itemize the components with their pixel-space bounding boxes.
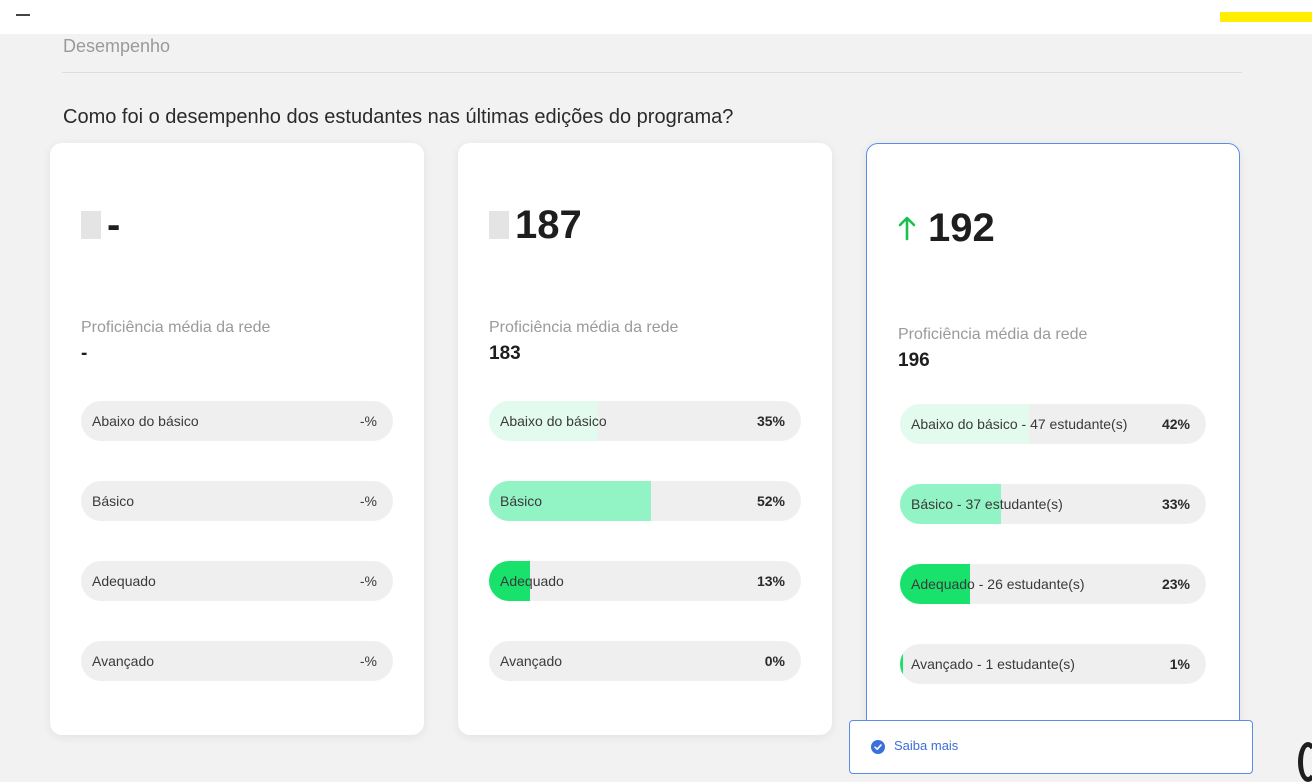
level-label: Adequado bbox=[500, 573, 564, 589]
saiba-mais-label: Saiba mais bbox=[894, 738, 959, 753]
level-label: Básico bbox=[500, 493, 543, 509]
level-percent: 42% bbox=[1161, 416, 1190, 432]
level-bar-abaixo: Abaixo do básico -% bbox=[81, 401, 393, 441]
level-bar-adequado: Adequado -% bbox=[81, 561, 393, 601]
level-bar-abaixo: Abaixo do básico 35% bbox=[489, 401, 801, 441]
edition-card-1[interactable]: - Proficiência média da rede - Abaixo do… bbox=[50, 143, 424, 735]
proficiency-value: - bbox=[81, 343, 88, 364]
headline-value: - bbox=[107, 203, 121, 247]
menu-corner-mark bbox=[16, 14, 30, 16]
level-percent: -% bbox=[359, 413, 377, 429]
section-title: Desempenho bbox=[63, 36, 171, 56]
arrow-up-icon bbox=[898, 216, 916, 241]
level-label: Abaixo do básico - 47 estudante(s) bbox=[911, 416, 1128, 432]
level-percent: 35% bbox=[756, 413, 785, 429]
proficiency-label: Proficiência média da rede bbox=[81, 319, 271, 336]
level-bar-avancado: Avançado - 1 estudante(s) 1% bbox=[900, 644, 1206, 684]
question-heading: Como foi o desempenho dos estudantes nas… bbox=[63, 106, 734, 128]
proficiency-value: 183 bbox=[489, 343, 521, 364]
level-bar-adequado: Adequado - 26 estudante(s) 23% bbox=[900, 564, 1206, 604]
level-label: Adequado - 26 estudante(s) bbox=[911, 576, 1085, 592]
divider bbox=[62, 72, 1242, 73]
level-label: Abaixo do básico bbox=[500, 413, 607, 429]
card-headline: 187 bbox=[489, 203, 582, 247]
level-label: Básico bbox=[92, 493, 135, 509]
neutral-indicator-icon bbox=[489, 211, 509, 239]
level-bar-fill bbox=[900, 644, 904, 684]
level-label: Avançado bbox=[500, 653, 563, 669]
edition-card-2[interactable]: 187 Proficiência média da rede 183 Abaix… bbox=[458, 143, 832, 735]
top-bar bbox=[0, 0, 1312, 34]
saiba-mais-button[interactable]: Saiba mais bbox=[849, 720, 1253, 774]
card-headline: 192 bbox=[898, 206, 995, 250]
level-percent: -% bbox=[359, 573, 377, 589]
level-percent: 1% bbox=[1169, 656, 1190, 672]
level-bar-basico: Básico - 37 estudante(s) 33% bbox=[900, 484, 1206, 524]
level-bar-abaixo: Abaixo do básico - 47 estudante(s) 42% bbox=[900, 404, 1206, 444]
level-label: Abaixo do básico bbox=[92, 413, 199, 429]
proficiency-label: Proficiência média da rede bbox=[489, 319, 679, 336]
level-percent: -% bbox=[359, 493, 377, 509]
floating-help-icon[interactable] bbox=[1298, 742, 1312, 782]
level-bar-avancado: Avançado 0% bbox=[489, 641, 801, 681]
headline-value: 187 bbox=[515, 203, 582, 247]
proficiency-value: 196 bbox=[898, 350, 930, 371]
brand-accent-strip bbox=[1220, 12, 1312, 22]
level-label: Avançado - 1 estudante(s) bbox=[911, 656, 1075, 672]
level-label: Avançado bbox=[92, 653, 155, 669]
level-percent: 52% bbox=[756, 493, 785, 509]
edition-card-3[interactable]: 192 Proficiência média da rede 196 Abaix… bbox=[866, 143, 1240, 737]
card-headline: - bbox=[81, 203, 120, 247]
neutral-indicator-icon bbox=[81, 211, 101, 239]
proficiency-label: Proficiência média da rede bbox=[898, 326, 1088, 343]
level-percent: 33% bbox=[1161, 496, 1190, 512]
level-bar-basico: Básico -% bbox=[81, 481, 393, 521]
level-bar-basico: Básico 52% bbox=[489, 481, 801, 521]
level-percent: -% bbox=[359, 653, 377, 669]
level-percent: 0% bbox=[764, 653, 785, 669]
level-label: Adequado bbox=[92, 573, 156, 589]
level-bar-adequado: Adequado 13% bbox=[489, 561, 801, 601]
level-percent: 13% bbox=[756, 573, 785, 589]
level-label: Básico - 37 estudante(s) bbox=[911, 496, 1063, 512]
level-bar-avancado: Avançado -% bbox=[81, 641, 393, 681]
headline-value: 192 bbox=[928, 206, 995, 250]
level-percent: 23% bbox=[1161, 576, 1190, 592]
info-circle-icon bbox=[871, 740, 885, 754]
